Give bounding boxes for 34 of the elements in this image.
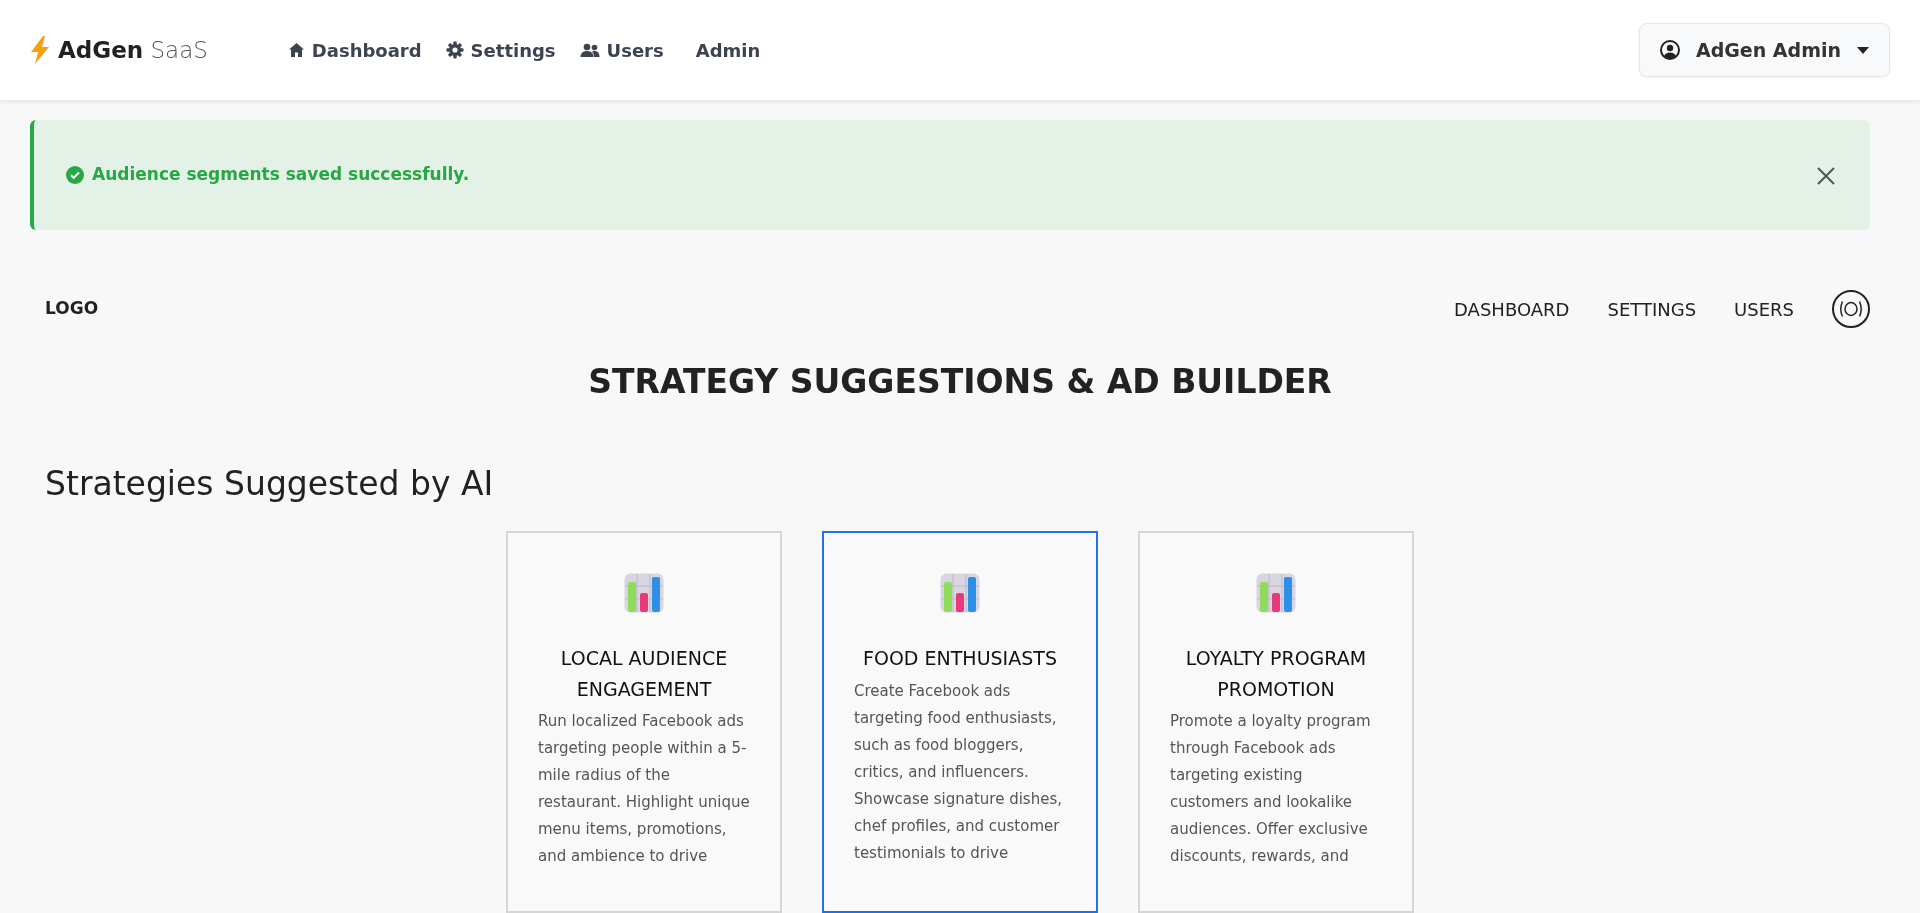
gear-icon (445, 41, 464, 59)
strategy-card[interactable]: FOOD ENTHUSIASTS Create Facebook ads targeting food enthusiasts, such as food bloggers, critics, and influencers. Showcase signature dishes, chef profiles, and customer testimonials to drive (822, 531, 1098, 913)
bar-chart-icon (624, 573, 664, 614)
card-description: Create Facebook ads targeting food enthusiasts, such as food bloggers, critics, and influencers. Showcase signature dishes, chef profiles, and customer testimonials to drive (854, 680, 1063, 864)
bar-chart-icon (1256, 573, 1296, 614)
strategy-card[interactable]: LOCAL AUDIENCE ENGAGEMENT Run localized Facebook ads targeting people within a 5-mile radius of the restaurant. Highlight unique menu items, promotions, and ambience to drive (506, 531, 782, 913)
check-circle-icon (66, 166, 84, 184)
strategy-card[interactable]: LOYALTY PROGRAM PROMOTION Promote a loyalty program through Facebook ads targeting existing customers and lookalike audiences. Offer exclusive discounts, rewards, and (1138, 531, 1414, 913)
user-menu-button[interactable]: AdGen Admin (1638, 22, 1890, 78)
alert-message: Audience segments saved successfully. (92, 163, 470, 187)
card-description: Run localized Facebook ads targeting people within a 5-mile radius of the restaurant. Highlight unique menu items, promotions, and ambience to drive (538, 710, 750, 867)
ring-icon[interactable] (1832, 290, 1870, 328)
users-icon (579, 42, 600, 58)
nav-link[interactable]: Admin (687, 30, 769, 70)
nav-link[interactable]: Users (571, 30, 672, 70)
card-title: LOCAL AUDIENCE ENGAGEMENT (559, 646, 729, 702)
card-title: LOYALTY PROGRAM PROMOTION (1184, 646, 1368, 702)
logo-text: LOGO (45, 297, 99, 321)
nav-link[interactable]: DASHBOARD (1454, 295, 1570, 323)
nav-link[interactable]: USERS (1734, 295, 1794, 323)
nav-link[interactable]: Settings (437, 30, 564, 70)
section-title: Strategies Suggested by AI (45, 463, 495, 504)
home-icon (287, 42, 305, 58)
card-title: FOOD ENTHUSIASTS (862, 646, 1058, 672)
nav-link[interactable]: Dashboard (279, 30, 430, 70)
lightning-icon (30, 36, 50, 64)
page-title: STRATEGY SUGGESTIONS & AD BUILDER (587, 362, 1333, 402)
card-description: Promote a loyalty program through Facebook ads targeting existing customers and lookalike audiences. Offer exclusive discounts, rewards, and (1170, 710, 1372, 867)
bar-chart-icon (940, 573, 980, 614)
caret-icon (1857, 46, 1869, 54)
user-circle-icon (1659, 40, 1680, 60)
close-icon (1816, 165, 1836, 186)
brand-logo[interactable]: AdGen SaaS (58, 32, 208, 68)
nav-link[interactable]: SETTINGS (1607, 295, 1697, 323)
